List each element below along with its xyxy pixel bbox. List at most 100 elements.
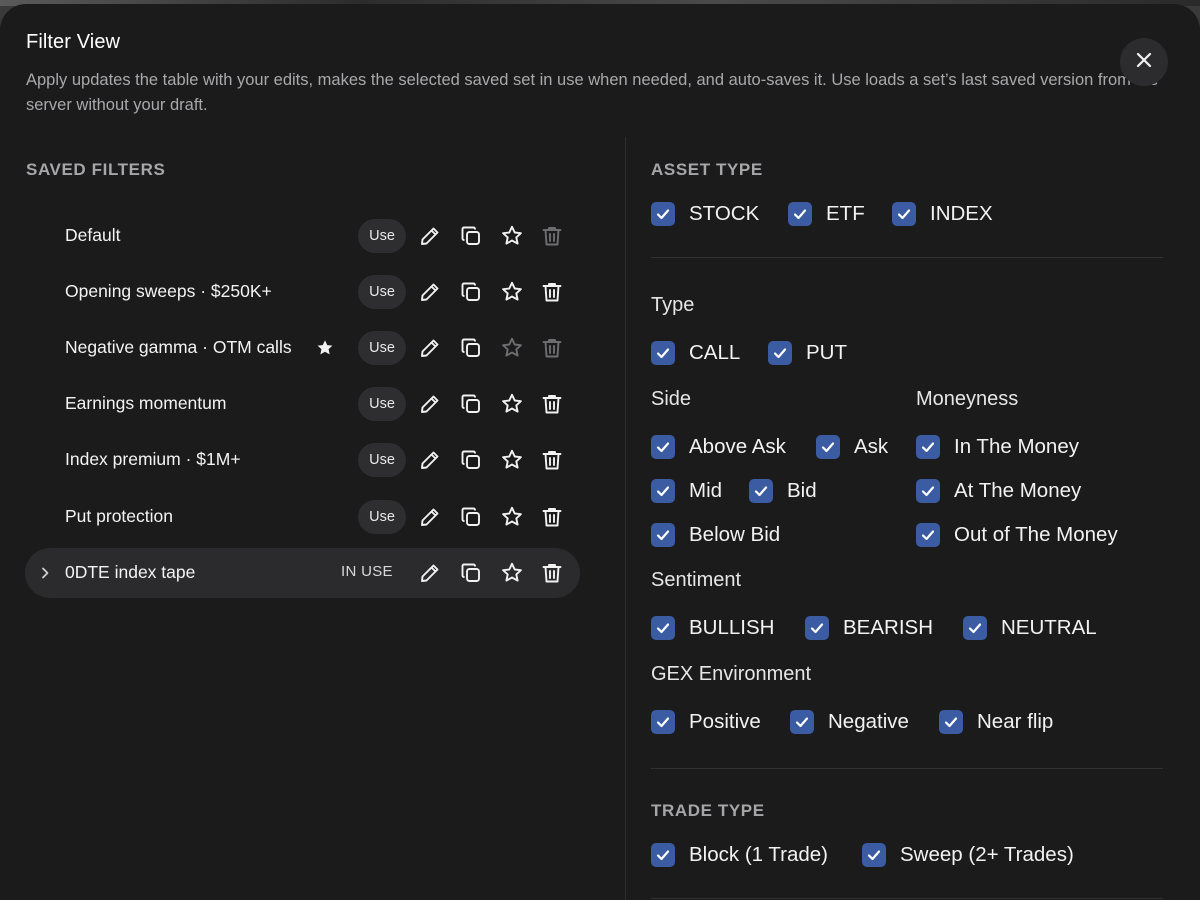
saved-filters-title: SAVED FILTERS xyxy=(26,160,166,179)
saved-filter-row[interactable]: Index premium · $1M+ Use xyxy=(25,435,580,485)
chevron-right-icon[interactable] xyxy=(37,565,53,581)
trash-icon[interactable] xyxy=(540,561,564,585)
section-divider xyxy=(651,898,1163,899)
duplicate-copy-icon[interactable] xyxy=(459,561,483,585)
star-icon[interactable] xyxy=(500,280,524,304)
checkbox-mid[interactable]: Mid xyxy=(651,477,722,505)
use-button[interactable]: Use xyxy=(358,219,406,253)
saved-filter-name: 0DTE index tape xyxy=(65,562,196,582)
checkbox-check-icon xyxy=(916,435,940,459)
use-button[interactable]: Use xyxy=(358,331,406,365)
saved-filter-row[interactable]: Negative gamma · OTM calls Use xyxy=(25,323,580,373)
use-button[interactable]: Use xyxy=(358,443,406,477)
checkbox-neutral[interactable]: NEUTRAL xyxy=(963,614,1097,642)
checkbox-sweep[interactable]: Sweep (2+ Trades) xyxy=(862,841,1074,869)
edit-pencil-icon[interactable] xyxy=(418,448,442,472)
star-icon[interactable] xyxy=(500,561,524,585)
saved-filter-name: Put protection xyxy=(65,506,173,526)
checkbox-stock[interactable]: STOCK xyxy=(651,200,759,228)
moneyness-label: Moneyness xyxy=(916,388,1019,410)
close-button[interactable] xyxy=(1120,38,1168,86)
trash-icon[interactable] xyxy=(540,280,564,304)
use-button[interactable]: Use xyxy=(358,275,406,309)
checkbox-call[interactable]: CALL xyxy=(651,339,740,367)
checkbox-etf[interactable]: ETF xyxy=(788,200,865,228)
duplicate-copy-icon[interactable] xyxy=(459,336,483,360)
saved-filter-row[interactable]: Earnings momentum Use xyxy=(25,379,580,429)
checkbox-check-icon xyxy=(790,710,814,734)
edit-pencil-icon[interactable] xyxy=(418,336,442,360)
duplicate-copy-icon[interactable] xyxy=(459,448,483,472)
checkbox-below-bid[interactable]: Below Bid xyxy=(651,521,780,549)
star-icon[interactable] xyxy=(500,392,524,416)
section-divider xyxy=(651,257,1163,258)
checkbox-near-flip[interactable]: Near flip xyxy=(939,708,1053,736)
edit-pencil-icon[interactable] xyxy=(418,505,442,529)
saved-filter-row[interactable]: Default Use xyxy=(25,211,580,261)
edit-pencil-icon[interactable] xyxy=(418,392,442,416)
side-label: Side xyxy=(651,388,692,410)
trade-type-title: TRADE TYPE xyxy=(651,801,765,820)
use-button[interactable]: Use xyxy=(358,387,406,421)
checkbox-check-icon xyxy=(916,523,940,547)
edit-pencil-icon[interactable] xyxy=(418,224,442,248)
saved-filter-row[interactable]: Put protection Use xyxy=(25,492,580,542)
checkbox-index[interactable]: INDEX xyxy=(892,200,993,228)
trash-icon[interactable] xyxy=(540,224,564,248)
saved-filter-name: Negative gamma · OTM calls xyxy=(65,337,292,357)
section-divider xyxy=(651,768,1163,769)
trash-icon[interactable] xyxy=(540,448,564,472)
checkbox-block[interactable]: Block (1 Trade) xyxy=(651,841,828,869)
checkbox-check-icon xyxy=(805,616,829,640)
saved-filter-row[interactable]: 0DTE index tape IN USE xyxy=(25,548,580,598)
duplicate-copy-icon[interactable] xyxy=(459,280,483,304)
checkbox-check-icon xyxy=(916,479,940,503)
checkbox-check-icon xyxy=(939,710,963,734)
filter-view-dialog: Filter View Apply updates the table with… xyxy=(0,4,1200,900)
checkbox-check-icon xyxy=(788,202,812,226)
gex-environment-label: GEX Environment xyxy=(651,663,812,685)
checkbox-check-icon xyxy=(651,523,675,547)
saved-filter-name: Opening sweeps · $250K+ xyxy=(65,281,272,301)
checkbox-in-the-money[interactable]: In The Money xyxy=(916,433,1079,461)
trash-icon[interactable] xyxy=(540,505,564,529)
saved-filter-row[interactable]: Opening sweeps · $250K+ Use xyxy=(25,267,580,317)
star-icon[interactable] xyxy=(500,336,524,360)
checkbox-check-icon xyxy=(651,435,675,459)
checkbox-check-icon xyxy=(892,202,916,226)
checkbox-negative[interactable]: Negative xyxy=(790,708,909,736)
duplicate-copy-icon[interactable] xyxy=(459,392,483,416)
checkbox-bearish[interactable]: BEARISH xyxy=(805,614,933,642)
checkbox-check-icon xyxy=(651,479,675,503)
trash-icon[interactable] xyxy=(540,336,564,360)
edit-pencil-icon[interactable] xyxy=(418,561,442,585)
checkbox-bid[interactable]: Bid xyxy=(749,477,817,505)
checkbox-out-of-the-money[interactable]: Out of The Money xyxy=(916,521,1118,549)
saved-filter-name: Earnings momentum xyxy=(65,393,227,413)
checkbox-check-icon xyxy=(651,710,675,734)
use-button[interactable]: Use xyxy=(358,500,406,534)
checkbox-ask[interactable]: Ask xyxy=(816,433,888,461)
checkbox-check-icon xyxy=(651,843,675,867)
saved-filter-name: Default xyxy=(65,225,121,245)
star-icon[interactable] xyxy=(500,505,524,529)
edit-pencil-icon[interactable] xyxy=(418,280,442,304)
column-divider xyxy=(625,137,626,900)
duplicate-copy-icon[interactable] xyxy=(459,224,483,248)
checkbox-above-ask[interactable]: Above Ask xyxy=(651,433,786,461)
star-icon[interactable] xyxy=(500,224,524,248)
checkbox-check-icon xyxy=(651,616,675,640)
star-icon[interactable] xyxy=(500,448,524,472)
checkbox-positive[interactable]: Positive xyxy=(651,708,761,736)
saved-filter-name: Index premium · $1M+ xyxy=(65,449,241,469)
checkbox-check-icon xyxy=(862,843,886,867)
duplicate-copy-icon[interactable] xyxy=(459,505,483,529)
checkbox-bullish[interactable]: BULLISH xyxy=(651,614,774,642)
checkbox-check-icon xyxy=(651,202,675,226)
checkbox-put[interactable]: PUT xyxy=(768,339,847,367)
checkbox-check-icon xyxy=(651,341,675,365)
checkbox-at-the-money[interactable]: At The Money xyxy=(916,477,1081,505)
close-icon xyxy=(1134,50,1154,75)
trash-icon[interactable] xyxy=(540,392,564,416)
checkbox-check-icon xyxy=(963,616,987,640)
